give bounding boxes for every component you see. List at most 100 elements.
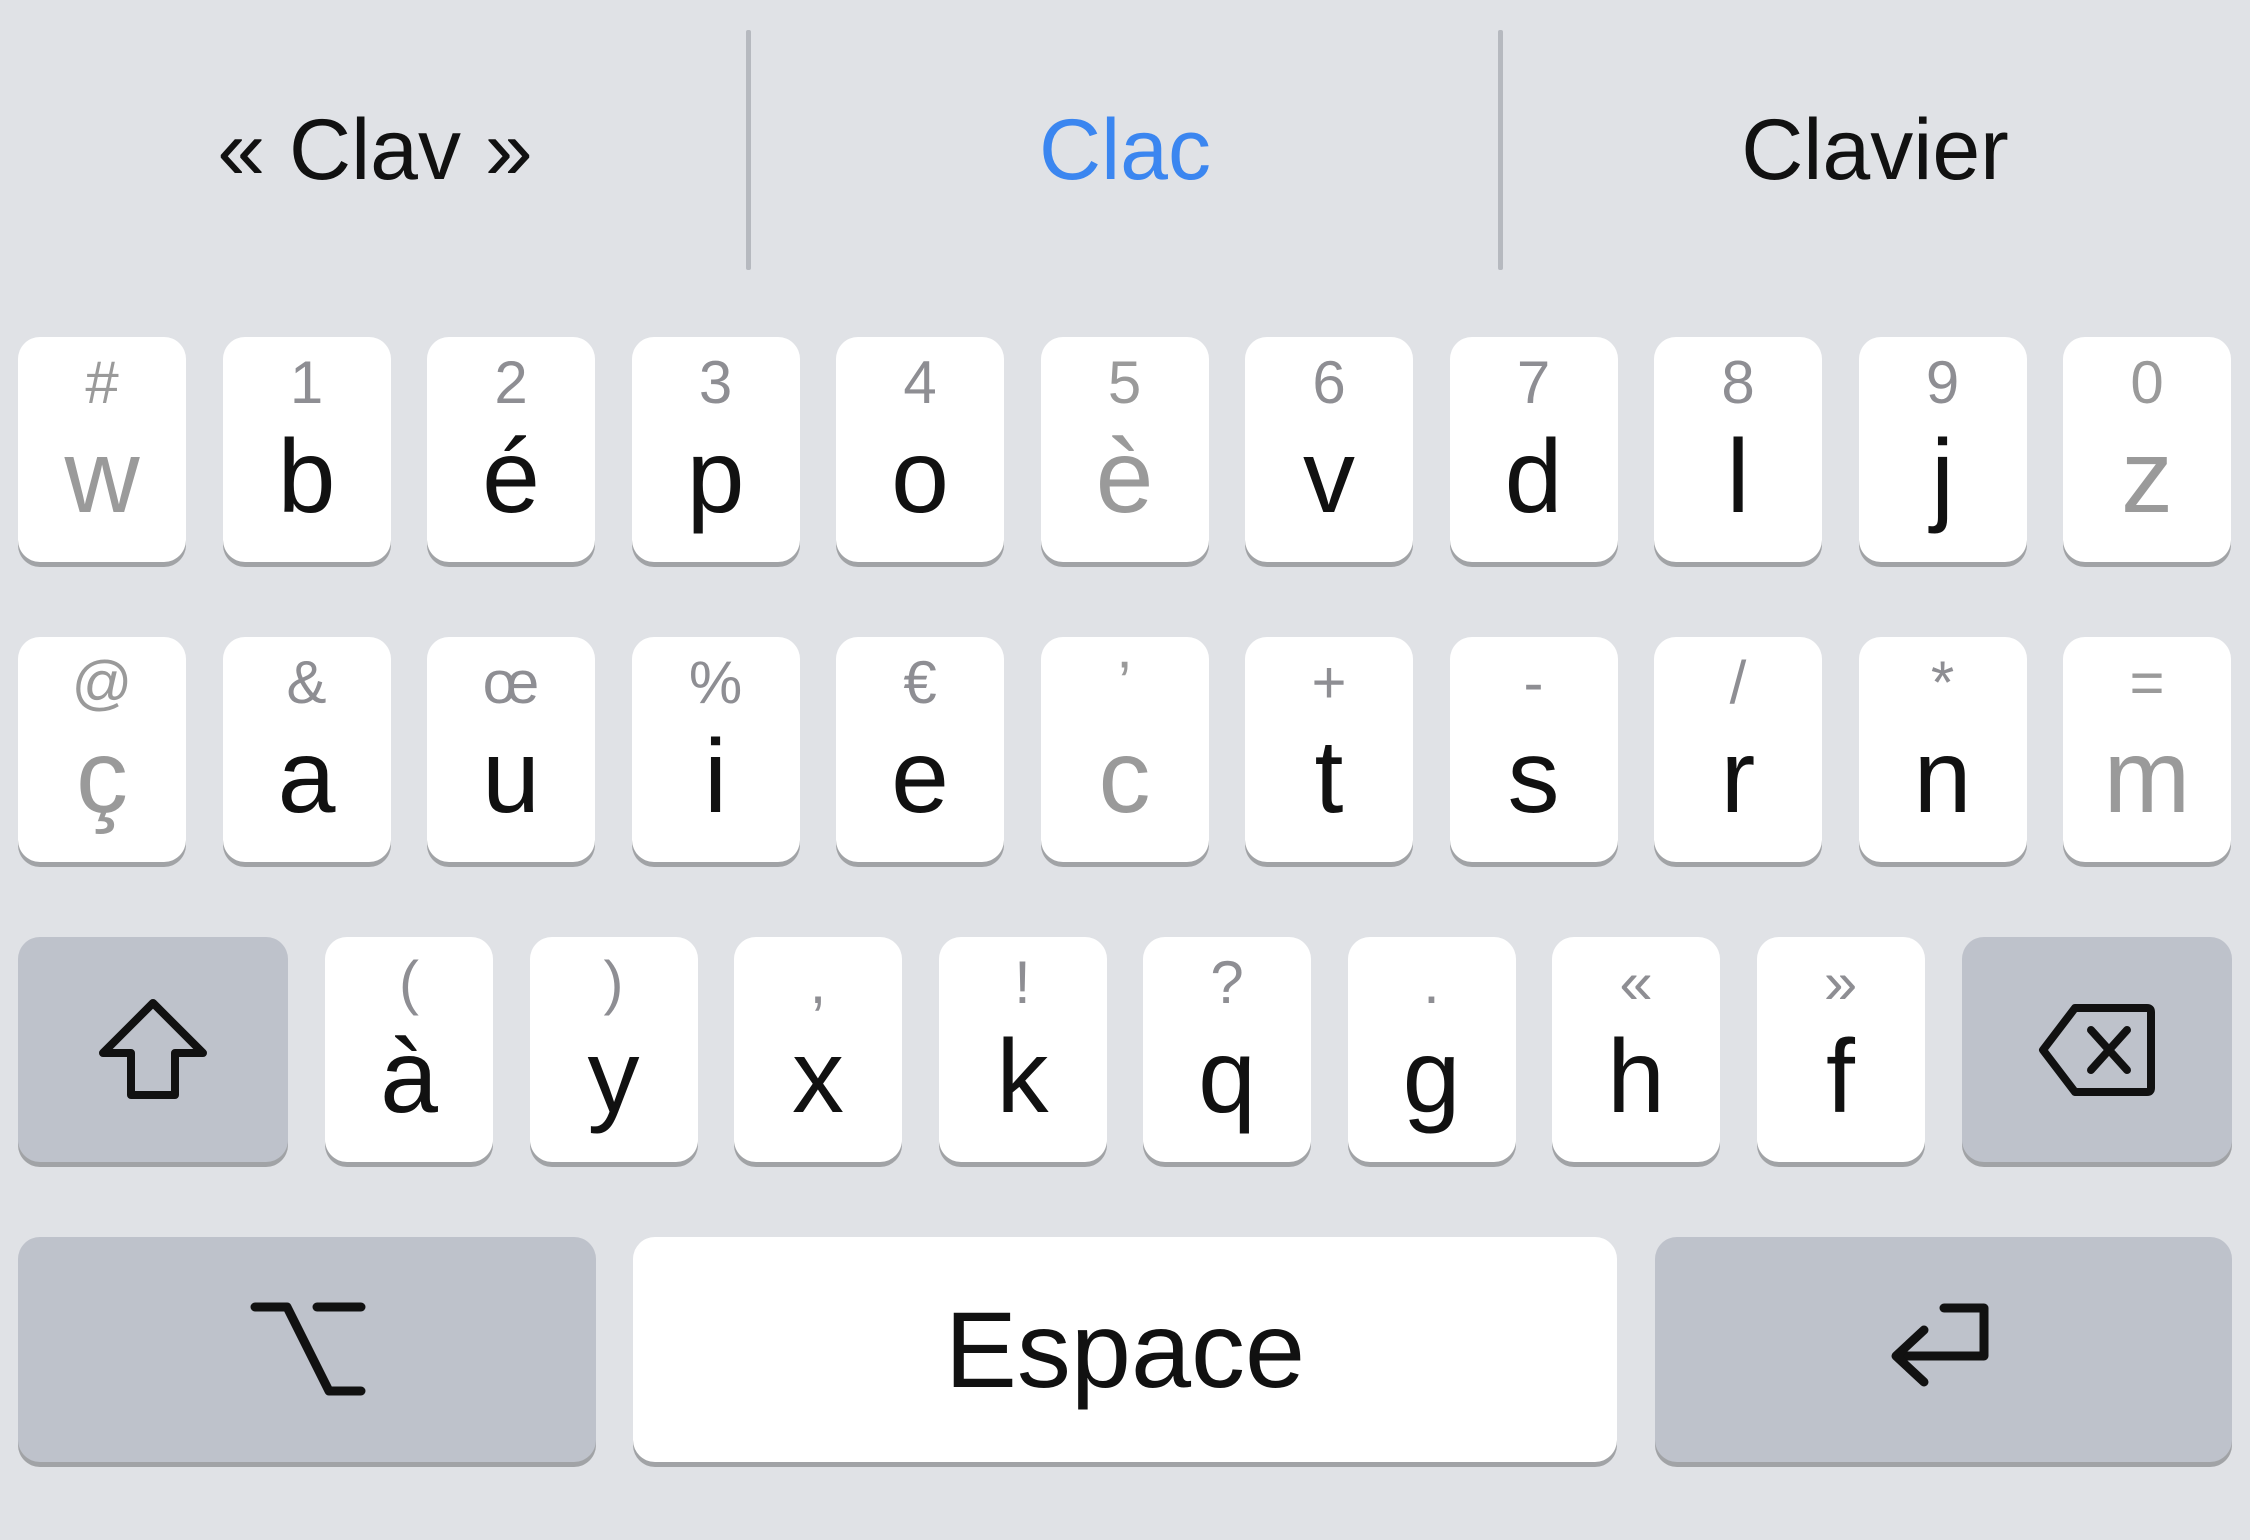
key-o[interactable]: 4o xyxy=(836,337,1004,562)
key-j[interactable]: 9j xyxy=(1858,337,2027,562)
key-secondary-label: 8 xyxy=(1721,349,1755,416)
option-key-icon xyxy=(18,1237,596,1462)
key-secondary-label: € xyxy=(903,649,937,716)
space-bar[interactable]: Espace xyxy=(633,1237,1617,1462)
key-primary-label: h xyxy=(1607,1019,1665,1135)
key-primary-label: é xyxy=(482,419,540,535)
key-u[interactable]: œu xyxy=(427,637,595,862)
key-primary-label: à xyxy=(380,1019,438,1135)
key-secondary-label: ’ xyxy=(1117,649,1132,716)
key-e[interactable]: € e xyxy=(836,637,1004,862)
option-key[interactable] xyxy=(18,1237,596,1462)
shift-arrow-icon xyxy=(18,937,288,1162)
key-secondary-label: œ xyxy=(482,649,540,716)
backspace-icon xyxy=(1962,937,2232,1162)
key-primary-label: i xyxy=(703,719,728,835)
key-primary-label: p xyxy=(686,419,745,535)
return-key[interactable] xyxy=(1655,1237,2232,1462)
key-secondary-label: 7 xyxy=(1516,349,1551,416)
key-secondary-label: & xyxy=(286,649,327,716)
key-d[interactable]: 7d xyxy=(1449,337,1618,562)
key-primary-label: g xyxy=(1402,1019,1461,1135)
key-v[interactable]: 6v xyxy=(1245,337,1413,562)
key-primary-label: f xyxy=(1826,1019,1855,1135)
key-secondary-label: 0 xyxy=(2130,349,2164,416)
key-secondary-label: 1 xyxy=(289,349,324,416)
key-secondary-label: - xyxy=(1523,649,1544,716)
key-c[interactable]: ’ c xyxy=(1040,637,1209,862)
key-secondary-label: 5 xyxy=(1107,349,1142,416)
key-secondary-label: ? xyxy=(1210,949,1244,1016)
key-s[interactable]: -s xyxy=(1449,637,1618,862)
delete-key[interactable] xyxy=(1962,937,2232,1162)
key-secondary-label: * xyxy=(1930,649,1955,716)
key-r[interactable]: / r xyxy=(1654,637,1822,862)
key-secondary-label: ! xyxy=(1014,949,1031,1016)
key-b[interactable]: 1b xyxy=(222,337,391,562)
shift-key[interactable] xyxy=(18,937,288,1162)
suggestion-left[interactable]: « Clav » xyxy=(0,30,750,270)
key-i[interactable]: % i xyxy=(631,637,800,862)
key-primary-label: ç xyxy=(76,719,128,835)
key-ç[interactable]: @ ç xyxy=(18,637,186,862)
key-primary-label: r xyxy=(1720,719,1756,835)
key-primary-label: j xyxy=(1930,419,1955,535)
key-l[interactable]: 8l xyxy=(1654,337,1822,562)
key-secondary-label: . xyxy=(1423,949,1440,1016)
return-arrow-icon xyxy=(1655,1237,2232,1462)
key-primary-label: b xyxy=(277,419,336,535)
suggestion-center[interactable]: Clac xyxy=(750,30,1500,270)
key-secondary-label: @ xyxy=(71,649,133,716)
key-primary-label: q xyxy=(1198,1019,1256,1135)
key-primary-label: o xyxy=(891,419,949,535)
key-m[interactable]: = m xyxy=(2063,637,2231,862)
space-label: Espace xyxy=(944,1289,1306,1410)
key-k[interactable]: ! k xyxy=(938,937,1107,1162)
key-primary-label: x xyxy=(792,1019,844,1135)
key-n[interactable]: * n xyxy=(1858,637,2027,862)
key-primary-label: a xyxy=(277,719,336,835)
key-primary-label: e xyxy=(891,719,949,835)
key-primary-label: u xyxy=(482,719,540,835)
key-secondary-label: 3 xyxy=(698,349,733,416)
key-é[interactable]: 2é xyxy=(427,337,595,562)
key-q[interactable]: ? q xyxy=(1143,937,1311,1162)
key-primary-label: s xyxy=(1507,719,1560,835)
key-primary-label: y xyxy=(587,1019,640,1135)
key-secondary-label: , xyxy=(809,949,827,1016)
key-primary-label: è xyxy=(1095,419,1154,535)
key-z[interactable]: 0z xyxy=(2063,337,2231,562)
keyboard: « Clav » Clac Clavier # w 1 b 2 é 3 p 4 o 5 è 6 v 7 d 8 l… xyxy=(0,0,2250,1540)
key-g[interactable]: .g xyxy=(1347,937,1516,1162)
key-y[interactable]: ) y xyxy=(529,937,698,1162)
key-primary-label: z xyxy=(2121,419,2173,535)
key-secondary-label: « xyxy=(1619,949,1653,1016)
key-secondary-label: 4 xyxy=(903,349,937,416)
key-secondary-label: # xyxy=(85,349,119,416)
key-secondary-label: 9 xyxy=(1925,349,1960,416)
key-secondary-label: = xyxy=(2129,649,2165,716)
key-p[interactable]: 3p xyxy=(631,337,800,562)
key-f[interactable]: » f xyxy=(1756,937,1925,1162)
key-primary-label: t xyxy=(1314,719,1344,835)
key-primary-label: c xyxy=(1098,719,1151,835)
key-à[interactable]: (à xyxy=(325,937,493,1162)
key-primary-label: n xyxy=(1913,719,1972,835)
key-w[interactable]: # w xyxy=(18,337,186,562)
key-h[interactable]: «h xyxy=(1552,937,1720,1162)
key-x[interactable]: ,x xyxy=(734,937,902,1162)
key-primary-label: w xyxy=(64,419,140,535)
key-primary-label: v xyxy=(1303,419,1355,535)
key-secondary-label: / xyxy=(1729,649,1747,716)
key-t[interactable]: + t xyxy=(1245,637,1413,862)
key-a[interactable]: & a xyxy=(222,637,391,862)
suggestion-right[interactable]: Clavier xyxy=(1500,30,2250,270)
key-è[interactable]: 5è xyxy=(1040,337,1209,562)
key-secondary-label: ( xyxy=(399,949,419,1016)
key-primary-label: d xyxy=(1504,419,1563,535)
key-secondary-label: 6 xyxy=(1312,349,1346,416)
key-primary-label: k xyxy=(996,1019,1049,1135)
key-primary-label: l xyxy=(1726,419,1750,535)
key-secondary-label: + xyxy=(1311,649,1347,716)
key-secondary-label: » xyxy=(1823,949,1858,1016)
